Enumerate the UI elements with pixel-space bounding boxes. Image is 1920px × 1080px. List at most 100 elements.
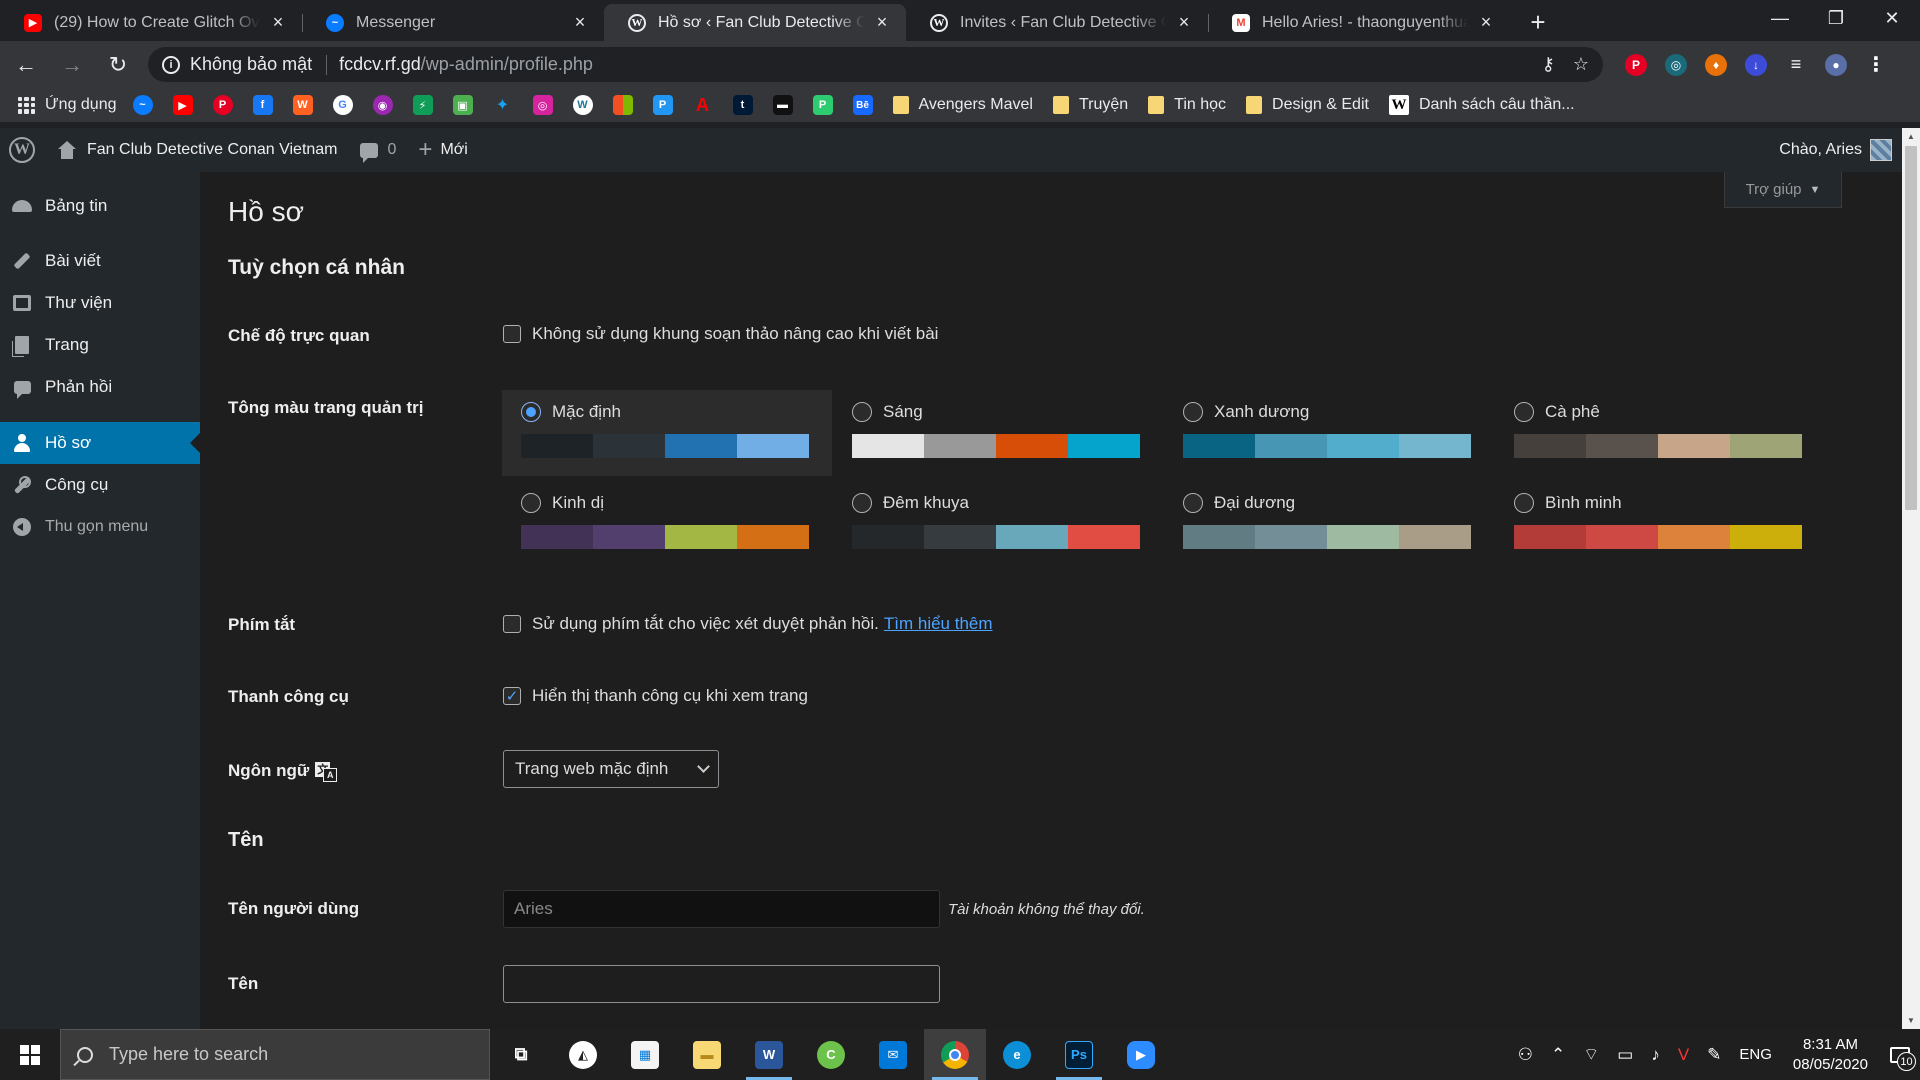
browser-tab[interactable]: M Hello Aries! - thaonguyenthuarien ×: [1208, 4, 1510, 41]
app-icon[interactable]: C: [800, 1029, 862, 1080]
color-scheme-option[interactable]: Cà phê: [1495, 390, 1825, 476]
extension-icon[interactable]: ▬: [772, 95, 793, 115]
action-center-icon[interactable]: 10: [1880, 1029, 1920, 1080]
browser-tab-active[interactable]: W Hồ sơ ‹ Fan Club Detective Conan ×: [604, 4, 906, 41]
color-scheme-option[interactable]: Xanh dương: [1164, 390, 1494, 476]
color-scheme-option[interactable]: Đêm khuya: [833, 481, 1163, 567]
people-icon[interactable]: ⚇: [1518, 1045, 1533, 1065]
forward-button[interactable]: →: [52, 45, 92, 85]
scheme-radio[interactable]: [521, 402, 541, 422]
close-tab-icon[interactable]: ×: [872, 12, 892, 33]
wifi-icon[interactable]: ⌔: [1583, 1044, 1599, 1065]
wattpad-icon[interactable]: W: [292, 95, 313, 115]
adobe-icon[interactable]: A: [693, 95, 713, 115]
scheme-radio[interactable]: [1514, 493, 1534, 513]
bookmark-folder[interactable]: Design & Edit: [1246, 96, 1369, 114]
color-scheme-option[interactable]: Mặc định: [502, 390, 832, 476]
first-name-input[interactable]: [503, 965, 940, 1003]
toolbar-checkbox[interactable]: ✓: [503, 687, 521, 705]
bookmark-apps[interactable]: Ứng dụng: [45, 96, 117, 114]
menu-icon[interactable]: ⋮: [1865, 54, 1887, 76]
scroll-thumb[interactable]: [1905, 146, 1917, 510]
minimize-icon[interactable]: —: [1752, 0, 1808, 36]
sidebar-item-profile[interactable]: Hồ sơ: [0, 422, 200, 464]
visual-editor-checkbox[interactable]: [503, 325, 521, 343]
address-bar[interactable]: i Không bảo mật fcdcv.rf.gd/wp-admin/pro…: [148, 47, 1603, 82]
chrome-icon[interactable]: [924, 1029, 986, 1080]
collapse-menu-button[interactable]: Thu gọn menu: [0, 506, 200, 548]
scheme-radio[interactable]: [1514, 402, 1534, 422]
input-language[interactable]: ENG: [1739, 1046, 1772, 1063]
scheme-radio[interactable]: [1183, 402, 1203, 422]
twitter-icon[interactable]: ✦: [493, 95, 513, 115]
word-icon[interactable]: W: [738, 1029, 800, 1080]
bookmark-folder[interactable]: Truyện: [1052, 96, 1128, 114]
close-window-icon[interactable]: ✕: [1864, 0, 1920, 36]
close-tab-icon[interactable]: ×: [1476, 12, 1496, 33]
task-view-icon[interactable]: ⧉: [490, 1029, 552, 1080]
browser-tab[interactable]: ~ Messenger ×: [302, 4, 604, 41]
bookmark-folder[interactable]: Avengers Mavel: [892, 96, 1033, 114]
color-scheme-option[interactable]: Bình minh: [1495, 481, 1825, 567]
page-scrollbar[interactable]: ▲ ▼: [1902, 128, 1920, 1029]
tumblr-icon[interactable]: t: [732, 95, 753, 115]
clock[interactable]: 8:31 AM 08/05/2020: [1793, 1035, 1868, 1075]
facebook-icon[interactable]: f: [252, 95, 273, 115]
messenger-icon[interactable]: ~: [132, 95, 153, 115]
color-scheme-option[interactable]: Sáng: [833, 390, 1163, 476]
bookmark-wiki[interactable]: W Danh sách câu thần...: [1388, 95, 1575, 115]
sidebar-item-media[interactable]: Thư viện: [0, 282, 200, 324]
info-icon[interactable]: i: [162, 55, 180, 74]
extension-icon[interactable]: P: [812, 95, 833, 115]
extension-icon[interactable]: ▣: [452, 95, 473, 115]
sidebar-item-tools[interactable]: Công cụ: [0, 464, 200, 506]
language-select[interactable]: Trang web mặc định: [503, 750, 719, 788]
scheme-radio[interactable]: [852, 493, 872, 513]
sidebar-item-pages[interactable]: Trang: [0, 324, 200, 366]
color-scheme-option[interactable]: Kinh dị: [502, 481, 832, 567]
zoom-icon[interactable]: ▶: [1110, 1029, 1172, 1080]
extension-icon[interactable]: ♦: [1705, 53, 1727, 76]
scheme-radio[interactable]: [1183, 493, 1203, 513]
app-icon[interactable]: ◭: [552, 1029, 614, 1080]
visual-editor-option[interactable]: Không sử dụng khung soạn thảo nâng cao k…: [503, 324, 938, 344]
close-tab-icon[interactable]: ×: [268, 12, 288, 33]
site-name-link[interactable]: Fan Club Detective Conan Vietnam: [57, 141, 338, 159]
key-icon[interactable]: ⚷: [1542, 54, 1555, 75]
bookmark-folder[interactable]: Tin học: [1148, 96, 1226, 114]
sidebar-item-comments[interactable]: Phản hồi: [0, 366, 200, 408]
windows-start-icon[interactable]: [0, 1029, 60, 1080]
new-content-link[interactable]: + Mới: [418, 138, 467, 162]
vivaldi-icon[interactable]: V: [1678, 1045, 1689, 1065]
comments-link[interactable]: 0: [359, 141, 396, 163]
media-control-icon[interactable]: ≡: [1785, 54, 1807, 76]
taskbar-search[interactable]: Type here to search: [60, 1029, 490, 1080]
restore-icon[interactable]: ❐: [1808, 0, 1864, 36]
toolbar-option[interactable]: ✓ Hiển thị thanh công cụ khi xem trang: [503, 686, 808, 706]
photoshop-icon[interactable]: Ps: [1048, 1029, 1110, 1080]
reload-button[interactable]: ↻: [98, 45, 138, 85]
youtube-icon[interactable]: ▶: [172, 95, 193, 115]
browser-tab[interactable]: ▶ (29) How to Create Glitch Overlay ×: [0, 4, 302, 41]
help-button[interactable]: Trợ giúp ▼: [1724, 172, 1842, 208]
sidebar-item-posts[interactable]: Bài viết: [0, 240, 200, 282]
scroll-down-icon[interactable]: ▼: [1902, 1012, 1920, 1029]
browser-tab[interactable]: W Invites ‹ Fan Club Detective Conan ×: [906, 4, 1208, 41]
extension-icon[interactable]: P: [652, 95, 673, 115]
close-tab-icon[interactable]: ×: [570, 12, 590, 33]
my-account-link[interactable]: Chào, Aries: [1779, 139, 1892, 161]
mail-icon[interactable]: ✉: [862, 1029, 924, 1080]
edge-icon[interactable]: e: [986, 1029, 1048, 1080]
battery-icon[interactable]: ▭: [1617, 1045, 1633, 1065]
download-extension-icon[interactable]: ↓: [1745, 53, 1767, 76]
scroll-up-icon[interactable]: ▲: [1902, 128, 1920, 145]
pen-icon[interactable]: ✎: [1707, 1045, 1721, 1065]
google-icon[interactable]: G: [332, 95, 353, 115]
new-tab-button[interactable]: +: [1520, 4, 1556, 41]
volume-icon[interactable]: ♪: [1651, 1045, 1660, 1065]
file-explorer-icon[interactable]: ▬: [676, 1029, 738, 1080]
back-button[interactable]: ←: [6, 45, 46, 85]
wordpress-icon[interactable]: W: [572, 95, 593, 115]
learn-more-link[interactable]: Tìm hiểu thêm: [884, 614, 993, 634]
pinterest-extension-icon[interactable]: P: [1625, 53, 1647, 76]
